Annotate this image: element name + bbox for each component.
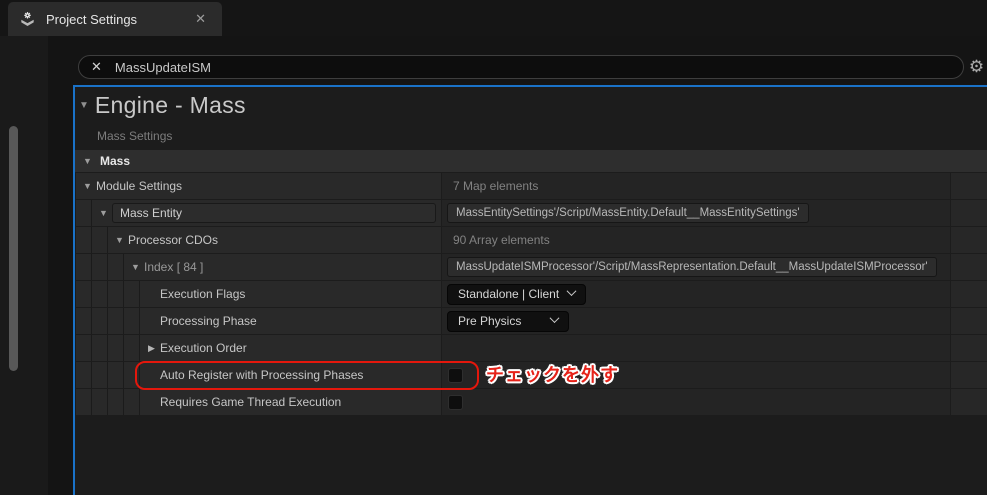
- tab-title: Project Settings: [46, 11, 138, 27]
- category-row-mass[interactable]: ▼ Mass: [75, 150, 987, 172]
- chevron-down-icon: [549, 313, 560, 324]
- category-label: Mass: [100, 154, 131, 168]
- chevron-down-icon[interactable]: ▼: [79, 181, 96, 191]
- search-input[interactable]: ✕ MassUpdateISM: [78, 55, 964, 79]
- row-execution-flags: Execution Flags Standalone | Client: [75, 281, 987, 307]
- chevron-down-icon[interactable]: ▼: [111, 235, 128, 245]
- row-label: Execution Flags: [160, 287, 246, 301]
- row-value: 7 Map elements: [453, 179, 539, 193]
- row-label: Module Settings: [96, 179, 183, 193]
- page-subtitle: Mass Settings: [97, 129, 173, 143]
- project-settings-icon: [21, 11, 34, 26]
- chevron-down-icon[interactable]: ▼: [127, 262, 144, 272]
- game-thread-checkbox[interactable]: [448, 394, 463, 410]
- processing-phase-dropdown[interactable]: Pre Physics: [447, 310, 569, 332]
- clear-search-icon[interactable]: ✕: [91, 59, 102, 75]
- row-label: Auto Register with Processing Phases: [160, 368, 364, 382]
- annotation-text: チェックを外す: [486, 365, 619, 385]
- settings-panel: ▼ Engine - Mass Mass Settings ▼ Mass ▼ M…: [73, 85, 987, 495]
- auto-register-checkbox[interactable]: [448, 367, 463, 383]
- indent-guides: [75, 227, 111, 253]
- row-index-84: ▼ Index [ 84 ] MassUpdateISMProcessor'/S…: [75, 254, 987, 280]
- row-label: Index [ 84 ]: [144, 260, 204, 274]
- indent-guides: [75, 335, 143, 361]
- chevron-right-icon[interactable]: ▶: [143, 343, 160, 354]
- indent-guides: [75, 308, 143, 334]
- indent-guides: [75, 254, 127, 280]
- section-header[interactable]: ▼ Engine - Mass: [79, 92, 246, 119]
- tab-bar: Project Settings ✕: [0, 0, 987, 36]
- left-gutter: [0, 36, 48, 495]
- chevron-down-icon: [566, 286, 577, 297]
- tab-close-icon[interactable]: ✕: [189, 9, 212, 29]
- object-path-value[interactable]: MassUpdateISMProcessor'/Script/MassRepre…: [447, 257, 937, 277]
- row-label: Execution Order: [160, 341, 247, 355]
- row-mass-entity: ▼ Mass Entity MassEntitySettings'/Script…: [75, 200, 987, 226]
- indent-guides: [75, 362, 143, 388]
- row-processor-cdos: ▼ Processor CDOs 90 Array elements: [75, 227, 987, 253]
- row-execution-order: ▶ Execution Order: [75, 335, 987, 361]
- page-title: Engine - Mass: [94, 92, 246, 118]
- project-settings-window: Project Settings ✕ ✕ MassUpdateISM ⚙ ▼ E…: [0, 0, 987, 495]
- execution-flags-dropdown[interactable]: Standalone | Client: [447, 283, 587, 305]
- row-label: Requires Game Thread Execution: [160, 395, 342, 409]
- tab-project-settings[interactable]: Project Settings ✕: [8, 2, 222, 36]
- indent-guides: [75, 389, 143, 415]
- indent-guides: [75, 200, 95, 226]
- settings-gear-icon[interactable]: ⚙: [966, 55, 987, 79]
- chevron-down-icon[interactable]: ▼: [79, 156, 96, 166]
- map-key-field[interactable]: Mass Entity: [112, 203, 436, 223]
- dropdown-value: Pre Physics: [458, 314, 522, 328]
- row-value: 90 Array elements: [453, 233, 550, 247]
- vertical-scrollbar[interactable]: [9, 126, 18, 371]
- chevron-down-icon[interactable]: ▼: [95, 208, 112, 218]
- dropdown-value: Standalone | Client: [458, 287, 560, 301]
- chevron-down-icon: ▼: [79, 100, 89, 111]
- row-requires-game-thread: Requires Game Thread Execution: [75, 389, 987, 415]
- row-module-settings: ▼ Module Settings 7 Map elements: [75, 173, 987, 199]
- object-path-value[interactable]: MassEntitySettings'/Script/MassEntity.De…: [447, 203, 809, 223]
- row-processing-phase: Processing Phase Pre Physics: [75, 308, 987, 334]
- indent-guides: [75, 281, 143, 307]
- row-label: Processing Phase: [160, 314, 257, 328]
- row-label: Processor CDOs: [128, 233, 219, 247]
- search-value: MassUpdateISM: [114, 59, 211, 75]
